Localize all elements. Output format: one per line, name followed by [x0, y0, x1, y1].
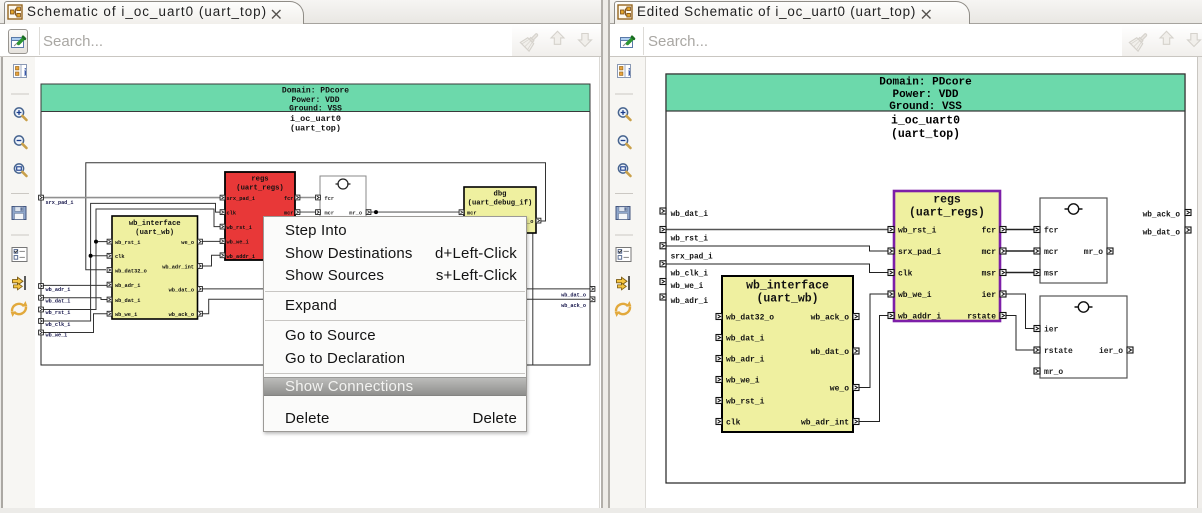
svg-text:we_o: we_o — [181, 240, 194, 246]
svg-text:wb_addr_i: wb_addr_i — [227, 254, 256, 260]
svg-text:(uart_wb): (uart_wb) — [756, 293, 818, 306]
svg-text:wb_dat_o: wb_dat_o — [561, 293, 586, 299]
svg-text:wb_dat32_o: wb_dat32_o — [115, 268, 147, 274]
svg-text:wb_we_i: wb_we_i — [898, 291, 932, 300]
svg-text:(uart_wb): (uart_wb) — [135, 229, 174, 237]
svg-text:Domain: PDcore: Domain: PDcore — [879, 77, 972, 89]
svg-text:ier: ier — [982, 291, 997, 300]
svg-text:mcr: mcr — [1044, 248, 1059, 257]
svg-text:fcr: fcr — [284, 196, 294, 202]
svg-text:msr: msr — [982, 270, 997, 279]
svg-text:clk: clk — [898, 270, 913, 279]
svg-text:mr_o: mr_o — [1084, 248, 1103, 257]
svg-text:we_o: we_o — [830, 385, 849, 394]
svg-text:wb_rst_i: wb_rst_i — [671, 236, 709, 244]
svg-text:msr: msr — [1044, 270, 1059, 279]
svg-text:(uart_regs): (uart_regs) — [236, 185, 283, 193]
svg-text:Domain: PDcore: Domain: PDcore — [282, 87, 349, 96]
svg-text:mcr: mcr — [982, 248, 997, 257]
svg-text:rstate: rstate — [1044, 347, 1073, 356]
svg-text:wb_dat_i: wb_dat_i — [115, 298, 140, 304]
svg-text:wb_interface: wb_interface — [129, 220, 181, 228]
svg-text:wb_adr_int: wb_adr_int — [801, 419, 849, 428]
svg-text:wb_we_i: wb_we_i — [46, 333, 68, 339]
svg-text:clk: clk — [115, 254, 125, 260]
svg-text:dbg: dbg — [494, 191, 507, 199]
svg-text:wb_adr_i: wb_adr_i — [726, 356, 765, 365]
svg-text:wb_ack_o: wb_ack_o — [811, 314, 850, 323]
svg-text:i: i — [628, 67, 631, 78]
svg-text:wb_adr_i: wb_adr_i — [46, 287, 71, 293]
svg-text:ier: ier — [1044, 326, 1059, 335]
svg-text:wb_ack_o: wb_ack_o — [561, 303, 586, 309]
svg-text:srx_pad_i: srx_pad_i — [898, 248, 941, 257]
svg-text:wb_rst_i: wb_rst_i — [726, 398, 765, 407]
svg-text:wb_dat_i: wb_dat_i — [46, 299, 71, 305]
svg-text:wb_we_i: wb_we_i — [671, 283, 704, 291]
svg-text:i_oc_uart0: i_oc_uart0 — [290, 114, 341, 124]
svg-text:ier_o: ier_o — [1099, 347, 1123, 356]
svg-text:i: i — [24, 67, 27, 78]
svg-text:i_oc_uart0: i_oc_uart0 — [891, 115, 960, 128]
svg-text:wb_dat_o: wb_dat_o — [169, 287, 194, 293]
svg-text:wb_interface: wb_interface — [746, 280, 829, 293]
svg-text:wb_we_i: wb_we_i — [227, 240, 249, 246]
svg-text:wb_dat_o: wb_dat_o — [811, 348, 850, 357]
svg-text:Ground: VSS: Ground: VSS — [889, 101, 962, 113]
svg-text:wb_adr_i: wb_adr_i — [115, 283, 140, 289]
svg-text:fcr: fcr — [325, 196, 335, 202]
svg-text:clk: clk — [726, 419, 741, 428]
svg-text:wb_we_i: wb_we_i — [115, 312, 137, 318]
svg-text:rstate: rstate — [967, 313, 996, 322]
svg-text:wb_rst_i: wb_rst_i — [227, 225, 252, 231]
svg-text:fcr: fcr — [982, 227, 997, 236]
svg-text:wb_adr_i: wb_adr_i — [671, 298, 709, 306]
svg-text:srx_pad_i: srx_pad_i — [227, 196, 256, 202]
svg-text:regs: regs — [933, 194, 961, 207]
svg-text:wb_rst_i: wb_rst_i — [46, 310, 71, 316]
svg-text:Power: VDD: Power: VDD — [892, 89, 958, 101]
svg-text:(uart_top): (uart_top) — [290, 124, 341, 134]
svg-text:regs: regs — [251, 176, 268, 184]
svg-text:wb_rst_i: wb_rst_i — [898, 227, 937, 236]
svg-text:(uart_regs): (uart_regs) — [909, 207, 985, 220]
svg-text:wb_ack_o: wb_ack_o — [169, 312, 194, 318]
svg-text:wb_ack_o: wb_ack_o — [1143, 212, 1181, 220]
svg-text:wb_dat_i: wb_dat_i — [671, 211, 709, 219]
svg-text:wb_we_i: wb_we_i — [726, 377, 760, 386]
svg-text:wb_dat32_o: wb_dat32_o — [726, 314, 774, 323]
svg-text:(uart_debug_if): (uart_debug_if) — [468, 200, 533, 208]
svg-text:wb_rst_i: wb_rst_i — [115, 240, 140, 246]
svg-text:srx_pad_i: srx_pad_i — [46, 200, 74, 206]
svg-text:wb_clk_i: wb_clk_i — [671, 271, 709, 279]
svg-text:wb_addr_i: wb_addr_i — [898, 313, 941, 322]
svg-text:wb_dat_o: wb_dat_o — [1143, 230, 1181, 238]
svg-text:mr_o: mr_o — [1044, 368, 1063, 377]
svg-text:wb_adr_int: wb_adr_int — [162, 264, 194, 270]
svg-text:clk: clk — [227, 211, 237, 217]
svg-text:wb_clk_i: wb_clk_i — [46, 322, 71, 328]
svg-text:fcr: fcr — [1044, 227, 1059, 236]
svg-text:Ground: VSS: Ground: VSS — [289, 104, 342, 113]
svg-text:wb_dat_i: wb_dat_i — [726, 335, 765, 344]
svg-text:(uart_top): (uart_top) — [891, 128, 960, 141]
svg-text:srx_pad_i: srx_pad_i — [671, 254, 713, 262]
